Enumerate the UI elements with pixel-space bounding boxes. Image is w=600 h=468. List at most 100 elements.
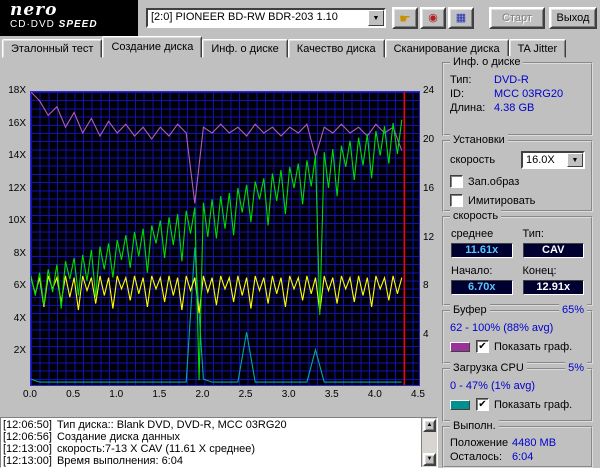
- disc-length-row: Длина: 4.38 GB: [450, 102, 535, 114]
- show-graph-label: Показать граф.: [494, 340, 573, 353]
- chart-tool-button[interactable]: ▦: [448, 7, 474, 29]
- logo-text-nero: nero: [10, 0, 58, 20]
- type-label: Тип:: [522, 228, 544, 240]
- drive-selector[interactable]: [2:0] PIONEER BD-RW BDR-203 1.10 ▼: [146, 8, 386, 28]
- position-row: Положение 4480 МВ: [450, 437, 557, 449]
- cpu-color-swatch: [450, 399, 470, 410]
- group-title: Загрузка CPU: [450, 362, 527, 375]
- group-title: Инф. о диске: [450, 56, 524, 69]
- axis-tick: 4: [423, 329, 429, 341]
- disc-icon: ◉: [428, 11, 438, 24]
- disc-id-value: MCC 03RG20: [494, 88, 564, 100]
- axis-tick: 18X: [8, 85, 26, 96]
- axis-tick: 4X: [13, 312, 26, 324]
- chart-plot: [30, 91, 420, 386]
- checkbox[interactable]: ✔: [476, 398, 489, 411]
- disc-type-value: DVD-R: [494, 74, 529, 86]
- disc-length-value: 4.38 GB: [494, 102, 535, 114]
- checkbox[interactable]: [450, 194, 463, 207]
- disc-info-group: Инф. о диске Тип: DVD-R ID: MCC 03RG20 Д…: [442, 56, 593, 136]
- remaining-row: Осталось: 6:04: [450, 451, 534, 463]
- avg-label: среднее: [451, 228, 494, 240]
- nero-logo: nero CD·DVD SPEED: [0, 0, 138, 36]
- axis-tick: 12X: [8, 182, 26, 194]
- chart-svg: [31, 92, 406, 385]
- chevron-down-icon[interactable]: ▼: [567, 153, 583, 167]
- side-panel: Инф. о диске Тип: DVD-R ID: MCC 03RG20 Д…: [440, 56, 598, 468]
- speed-label: скорость: [450, 154, 496, 166]
- avg-speed-value: 11.61x: [451, 243, 513, 258]
- disc-tool-button[interactable]: ◉: [420, 7, 446, 29]
- speed-type-value: CAV: [522, 243, 584, 258]
- end-label: Конец:: [522, 265, 557, 277]
- start-label: Начало:: [451, 265, 493, 277]
- series-cpu-usage: [31, 247, 402, 383]
- exit-button[interactable]: Выход: [549, 7, 597, 29]
- start-speed-value: 6.70x: [451, 280, 513, 295]
- chart-icon: ▦: [455, 11, 467, 24]
- tab-create-disc[interactable]: Создание диска: [102, 36, 203, 58]
- axis-tick: 2.0: [195, 389, 210, 400]
- axis-tick: 0.0: [23, 389, 37, 400]
- buffer-color-swatch: [450, 341, 470, 352]
- checkbox[interactable]: [450, 175, 463, 188]
- cpu-show-graph-option[interactable]: ✔ Показать граф.: [450, 398, 585, 411]
- tab-disc-info[interactable]: Инф. о диске: [202, 39, 288, 58]
- axis-tick: 12: [423, 231, 435, 243]
- logo-text-cddvd: CD·DVD SPEED: [10, 19, 98, 30]
- show-graph-label: Показать граф.: [494, 398, 573, 411]
- nero-cd-dvd-speed-window: nero CD·DVD SPEED [2:0] PIONEER BD-RW BD…: [0, 0, 600, 468]
- axis-tick: 24: [423, 85, 435, 96]
- axis-tick: 16: [423, 182, 435, 194]
- write-image-option[interactable]: Зап.образ: [450, 175, 585, 188]
- position-value: 4480 МВ: [512, 437, 557, 449]
- group-title: Буфер: [450, 304, 490, 317]
- group-title: Выполн.: [450, 420, 499, 433]
- buffer-percent: 65%: [558, 304, 587, 317]
- disc-type-row: Тип: DVD-R: [450, 74, 529, 86]
- log-panel: [12:06:50] Тип диска:: Blank DVD, DVD-R, …: [0, 417, 438, 468]
- cpu-group: Загрузка CPU 5% 0 - 47% (1% avg) ✔ Показ…: [442, 362, 593, 422]
- axis-tick: 2.5: [238, 389, 253, 400]
- axis-tick: 0.5: [66, 389, 81, 400]
- axis-tick: 3.5: [324, 389, 339, 400]
- scroll-down-icon[interactable]: ▼: [423, 453, 436, 466]
- speed-group: скорость среднее Тип: 11.61x CAV Начало:…: [442, 210, 593, 306]
- simulate-label: Имитировать: [468, 194, 536, 207]
- log-line: [12:13:00] скорость:7-13 X CAV (11.61 X с…: [3, 443, 256, 455]
- scroll-up-icon[interactable]: ▲: [423, 419, 436, 432]
- hand-tool-button[interactable]: ☛: [392, 7, 418, 29]
- axis-tick: 1.0: [109, 389, 124, 400]
- hand-icon: ☛: [399, 10, 411, 26]
- tab-strip: Эталонный тест Создание диска Инф. о дис…: [0, 36, 600, 58]
- write-image-label: Зап.образ: [468, 175, 520, 188]
- axis-tick: 10X: [8, 215, 26, 227]
- axis-tick: 4.5: [411, 389, 425, 400]
- log-line: [12:06:50] Тип диска:: Blank DVD, DVD-R, …: [3, 419, 287, 431]
- buffer-show-graph-option[interactable]: ✔ Показать граф.: [450, 340, 585, 353]
- axis-tick: 8: [423, 280, 429, 292]
- buffer-group: Буфер 65% 62 - 100% (88% avg) ✔ Показать…: [442, 304, 593, 364]
- axis-tick: 20: [423, 133, 435, 145]
- log-scrollbar[interactable]: ▲ ▼: [421, 418, 437, 467]
- end-speed-value: 12.91x: [522, 280, 584, 295]
- header-toolbar: nero CD·DVD SPEED [2:0] PIONEER BD-RW BD…: [0, 0, 600, 36]
- speed-setting-row: скорость 16.0X ▼: [450, 151, 585, 169]
- progress-group: Выполн. Положение 4480 МВ Осталось: 6:04: [442, 420, 593, 468]
- log-line: [12:06:56] Создание диска данных: [3, 431, 180, 443]
- axis-tick: 6X: [13, 280, 26, 292]
- group-title: Установки: [450, 134, 508, 147]
- speed-select[interactable]: 16.0X ▼: [521, 151, 585, 169]
- start-button[interactable]: Старт: [489, 7, 545, 29]
- series-write-speed: [31, 119, 403, 381]
- tab-benchmark[interactable]: Эталонный тест: [2, 39, 103, 58]
- drive-selector-value: [2:0] PIONEER BD-RW BDR-203 1.10: [151, 11, 338, 23]
- axis-tick: 16X: [8, 117, 26, 129]
- series-buffer-level: [31, 92, 403, 204]
- tab-disc-quality[interactable]: Качество диска: [287, 39, 385, 58]
- axis-tick: 14X: [8, 150, 26, 162]
- checkbox[interactable]: ✔: [476, 340, 489, 353]
- chevron-down-icon[interactable]: ▼: [368, 10, 384, 26]
- cpu-percent: 5%: [565, 362, 587, 375]
- simulate-option[interactable]: Имитировать: [450, 194, 585, 207]
